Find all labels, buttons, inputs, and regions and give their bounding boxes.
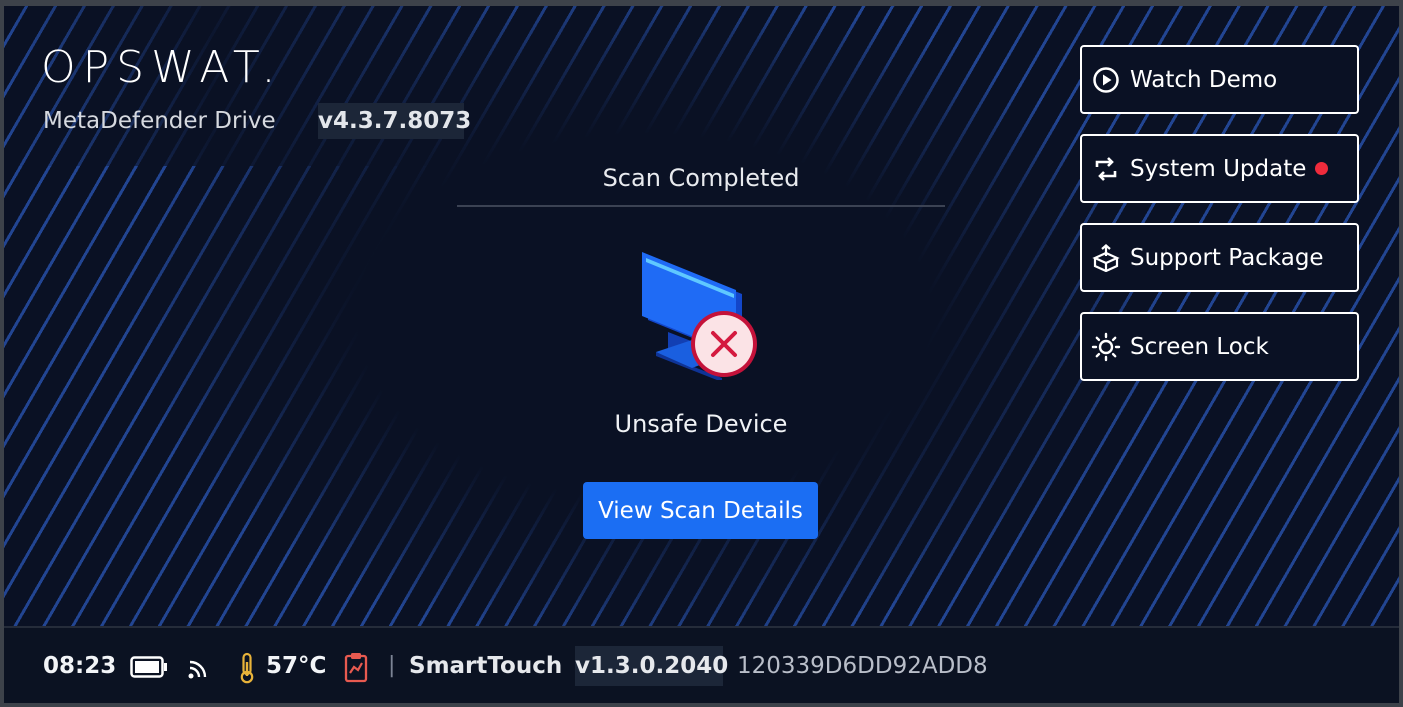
device-screen: OPSWAT. MetaDefender Drive v4.3.7.8073 S… [0, 0, 1403, 707]
clock: 08:23 [43, 653, 117, 679]
temperature-readout: 57°C [266, 653, 327, 679]
monitor-with-x-icon [642, 252, 757, 380]
firmware-version: v1.3.0.2040 [575, 646, 728, 686]
product-version: v4.3.7.8073 [318, 103, 471, 139]
scan-divider [457, 205, 945, 207]
support-package-label: Support Package [1130, 244, 1324, 271]
system-update-label: System Update [1130, 155, 1307, 182]
support-package-button[interactable]: Support Package [1080, 223, 1359, 292]
package-upload-icon [1091, 243, 1121, 273]
watch-demo-button[interactable]: Watch Demo [1080, 45, 1359, 114]
product-name: MetaDefender Drive [43, 108, 276, 134]
signal-icon [188, 660, 207, 679]
status-separator: | [388, 653, 396, 678]
screen-lock-button[interactable]: Screen Lock [1080, 312, 1359, 381]
device-status: Unsafe Device [614, 410, 788, 438]
thermometer-icon [240, 652, 254, 684]
view-scan-details-button[interactable]: View Scan Details [583, 482, 818, 539]
clipboard-chart-icon[interactable] [344, 651, 368, 683]
watch-demo-label: Watch Demo [1130, 66, 1278, 93]
system-update-button[interactable]: System Update [1080, 134, 1359, 203]
status-bar: 08:23 57°C | SmartTouch v1.3.0.2040 1203… [4, 626, 1399, 703]
sun-icon [1091, 332, 1121, 362]
main-panel: OPSWAT. MetaDefender Drive v4.3.7.8073 S… [4, 6, 1399, 626]
serial-number: 120339D6DD92ADD8 [737, 653, 988, 679]
play-circle-icon [1091, 65, 1121, 95]
screen-lock-label: Screen Lock [1130, 333, 1269, 360]
refresh-icon [1091, 154, 1121, 184]
battery-icon [130, 656, 167, 678]
opswat-logo: OPSWAT. [41, 42, 283, 93]
update-available-badge [1315, 162, 1329, 175]
scan-title: Scan Completed [602, 164, 800, 192]
device-model: SmartTouch [409, 653, 563, 679]
